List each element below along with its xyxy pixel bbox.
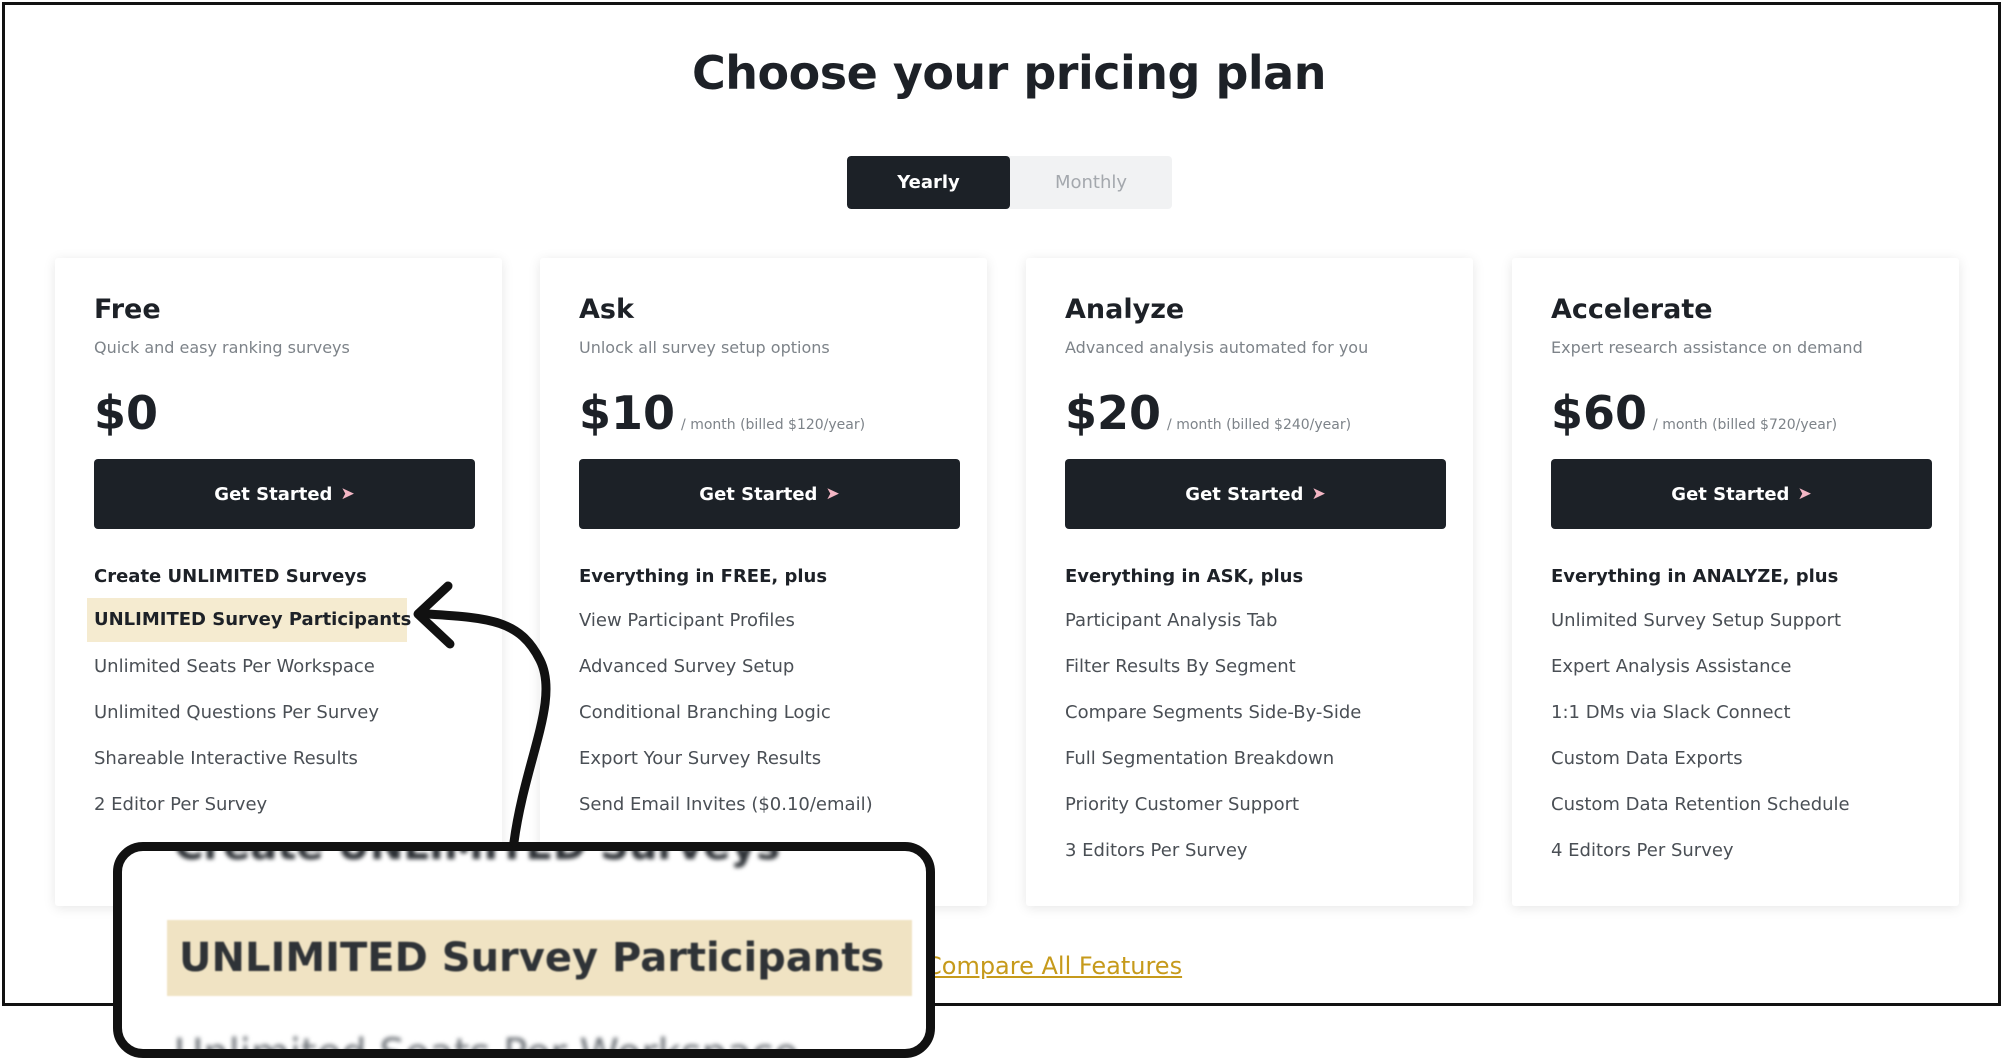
feature-list: View Participant Profiles Advanced Surve… [579, 598, 873, 828]
feature-item: Unlimited Seats Per Workspace [94, 656, 375, 677]
price-amount: $60 [1551, 386, 1648, 440]
compare-all-features-link[interactable]: Compare All Features [925, 952, 1182, 980]
feature-list: Unlimited Survey Setup Support Expert An… [1551, 598, 1850, 874]
billing-toggle[interactable]: Yearly Monthly [847, 156, 1172, 209]
plan-name: Ask [579, 294, 634, 325]
price-period: / month (billed $240/year) [1167, 417, 1352, 433]
get-started-button[interactable]: Get Started ➤ [1065, 459, 1446, 529]
feature-item: Full Segmentation Breakdown [1065, 748, 1335, 769]
plan-description: Unlock all survey setup options [579, 338, 830, 357]
toggle-yearly[interactable]: Yearly [847, 156, 1010, 209]
page-title: Choose your pricing plan [692, 46, 1326, 100]
features-lead: Create UNLIMITED Surveys [94, 566, 367, 587]
feature-item: Filter Results By Segment [1065, 656, 1296, 677]
feature-item: 1:1 DMs via Slack Connect [1551, 702, 1791, 723]
rocket-icon: ➤ [1311, 484, 1326, 504]
plan-name: Free [94, 294, 161, 325]
callout-text-below: Unlimited Seats Per Workspace [174, 1031, 799, 1058]
plan-price: $60 / month (billed $720/year) [1551, 386, 1837, 440]
feature-item: Export Your Survey Results [579, 748, 822, 769]
feature-list: Participant Analysis Tab Filter Results … [1065, 598, 1361, 874]
feature-item: Send Email Invites ($0.10/email) [579, 794, 873, 815]
feature-item: 2 Editor Per Survey [94, 794, 268, 815]
plan-card-free: Free Quick and easy ranking surveys $0 G… [55, 258, 502, 906]
zoom-callout: Create UNLIMITED Surveys UNLIMITED Surve… [113, 842, 935, 1058]
feature-item: Custom Data Retention Schedule [1551, 794, 1850, 815]
plan-price: $20 / month (billed $240/year) [1065, 386, 1351, 440]
rocket-icon: ➤ [340, 484, 355, 504]
price-amount: $20 [1065, 386, 1162, 440]
feature-item: Shareable Interactive Results [94, 748, 358, 769]
price-period: / month (billed $120/year) [681, 417, 866, 433]
feature-item: Expert Analysis Assistance [1551, 656, 1792, 677]
features-lead: Everything in ANALYZE, plus [1551, 566, 1839, 587]
feature-item: 4 Editors Per Survey [1551, 840, 1734, 861]
plan-name: Accelerate [1551, 294, 1713, 325]
price-period: / month (billed $720/year) [1653, 417, 1838, 433]
button-label: Get Started [1185, 483, 1304, 505]
plan-name: Analyze [1065, 294, 1185, 325]
button-label: Get Started [1671, 483, 1790, 505]
price-amount: $0 [94, 386, 159, 440]
toggle-monthly[interactable]: Monthly [1010, 156, 1172, 209]
plan-description: Expert research assistance on demand [1551, 338, 1863, 357]
feature-item: Unlimited Questions Per Survey [94, 702, 380, 723]
plan-card-accelerate: Accelerate Expert research assistance on… [1512, 258, 1959, 906]
plan-card-analyze: Analyze Advanced analysis automated for … [1026, 258, 1473, 906]
feature-item: Custom Data Exports [1551, 748, 1743, 769]
feature-item-highlighted: UNLIMITED Survey Participants [87, 598, 411, 642]
get-started-button[interactable]: Get Started ➤ [579, 459, 960, 529]
plan-card-ask: Ask Unlock all survey setup options $10 … [540, 258, 987, 906]
feature-list: UNLIMITED Survey Participants Unlimited … [87, 598, 411, 828]
rocket-icon: ➤ [1797, 484, 1812, 504]
feature-item: Participant Analysis Tab [1065, 610, 1278, 631]
plan-description: Advanced analysis automated for you [1065, 338, 1369, 357]
rocket-icon: ➤ [825, 484, 840, 504]
feature-item: Conditional Branching Logic [579, 702, 831, 723]
features-lead: Everything in FREE, plus [579, 566, 828, 587]
features-lead: Everything in ASK, plus [1065, 566, 1304, 587]
feature-item: Advanced Survey Setup [579, 656, 795, 677]
feature-item: Priority Customer Support [1065, 794, 1300, 815]
plan-description: Quick and easy ranking surveys [94, 338, 350, 357]
button-label: Get Started [699, 483, 818, 505]
plan-price: $0 [94, 386, 164, 440]
callout-text-above: Create UNLIMITED Surveys [174, 842, 781, 869]
feature-item: View Participant Profiles [579, 610, 795, 631]
feature-item: Unlimited Survey Setup Support [1551, 610, 1842, 631]
feature-item: Compare Segments Side-By-Side [1065, 702, 1362, 723]
get-started-button[interactable]: Get Started ➤ [1551, 459, 1932, 529]
feature-item: 3 Editors Per Survey [1065, 840, 1248, 861]
price-amount: $10 [579, 386, 676, 440]
plan-price: $10 / month (billed $120/year) [579, 386, 865, 440]
get-started-button[interactable]: Get Started ➤ [94, 459, 475, 529]
callout-highlight: UNLIMITED Survey Participants [167, 920, 912, 996]
button-label: Get Started [214, 483, 333, 505]
